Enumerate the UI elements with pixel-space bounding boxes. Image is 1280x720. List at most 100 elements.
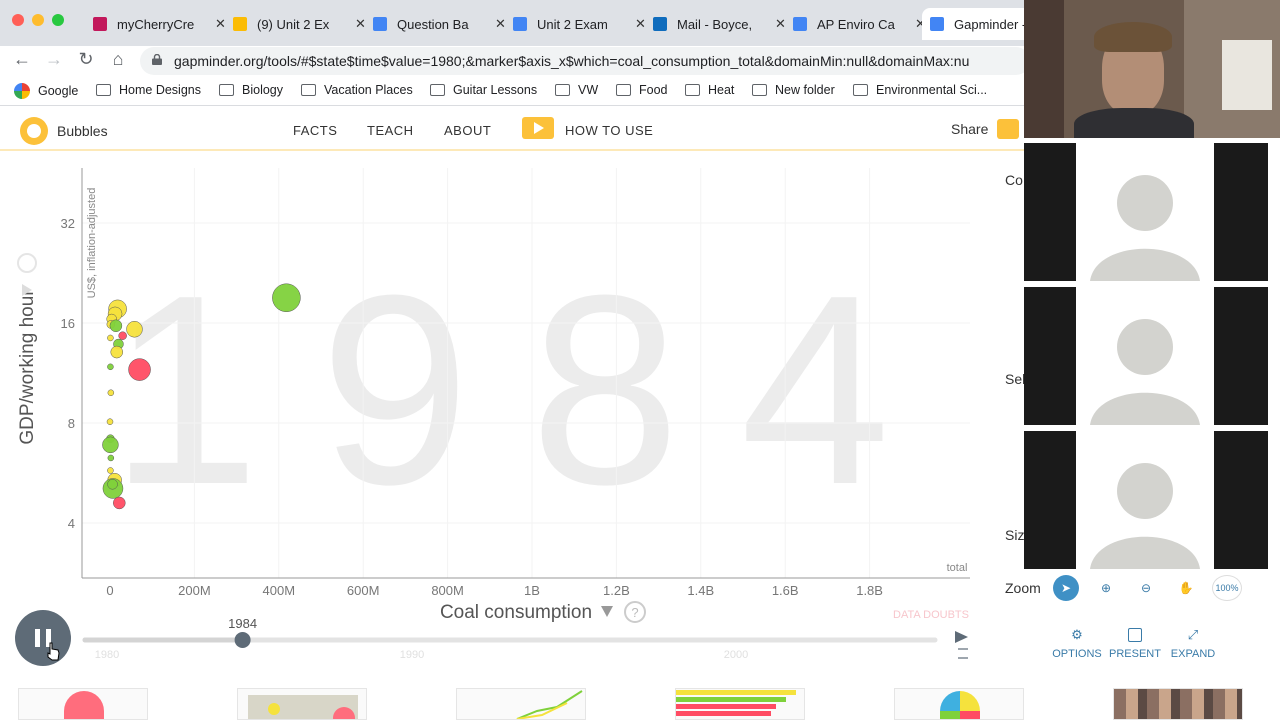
zoom-out-icon[interactable]: ⊖	[1133, 575, 1159, 601]
bookmark-item[interactable]: Biology	[219, 83, 283, 97]
back-icon[interactable]: ←	[10, 49, 34, 70]
country-bubble[interactable]	[128, 358, 151, 381]
bookmark-item[interactable]: Food	[616, 83, 668, 97]
timeline-handle[interactable]	[234, 632, 251, 648]
avatar-icon	[1090, 463, 1200, 569]
expand-label: EXPAND	[1170, 648, 1216, 660]
browser-tab[interactable]: myCherryCre ✕	[85, 8, 234, 40]
tab-favicon-icon	[93, 17, 107, 31]
video-participant-tile	[1024, 287, 1268, 425]
bookmark-item[interactable]: Vacation Places	[301, 83, 413, 97]
bookmark-item[interactable]: New folder	[752, 83, 835, 97]
zoom-reset-button[interactable]: 100%	[1212, 575, 1242, 601]
forward-icon[interactable]: →	[42, 49, 66, 70]
folder-icon	[685, 84, 700, 96]
nav-facts[interactable]: FACTS	[293, 123, 337, 138]
zoom-in-icon[interactable]: ⊕	[1093, 575, 1119, 601]
x-axis-label[interactable]: Coal consumption	[440, 602, 592, 623]
year-watermark: 1984	[110, 240, 951, 541]
country-bubble[interactable]	[107, 454, 115, 462]
browser-tab[interactable]: Unit 2 Exam ✕	[505, 8, 654, 40]
tab-title: myCherryCre	[117, 16, 195, 32]
y-axis-label[interactable]: GDP/working hour	[17, 289, 38, 445]
help-icon[interactable]: ?	[624, 601, 646, 623]
minimize-window-button[interactable]	[32, 14, 44, 26]
close-window-button[interactable]	[12, 14, 24, 26]
nav-about[interactable]: ABOUT	[444, 123, 491, 138]
browser-tab[interactable]: Question Ba ✕	[365, 8, 514, 40]
expand-icon: ⤢	[1187, 627, 1199, 642]
thumbnail-income[interactable]	[894, 688, 1024, 720]
timeline-year-label: 2000	[724, 649, 748, 661]
zoom-label: Zoom	[1005, 580, 1041, 596]
home-icon[interactable]: ⌂	[106, 49, 130, 70]
thumbnail-maps[interactable]	[237, 688, 367, 720]
bookmark-label: Food	[639, 83, 668, 97]
bookmark-item[interactable]: Guitar Lessons	[430, 83, 537, 97]
tab-favicon-icon	[930, 17, 944, 31]
reload-icon[interactable]: ↻	[74, 49, 98, 70]
country-bubble[interactable]	[102, 436, 119, 454]
country-bubble[interactable]	[107, 334, 114, 342]
expand-button[interactable]: ⤢ EXPAND	[1158, 627, 1228, 661]
nav-how-to-use[interactable]: HOW TO USE	[565, 123, 653, 138]
google-icon	[14, 83, 30, 99]
country-bubble[interactable]	[107, 479, 118, 490]
x-tick-label: 400M	[263, 583, 296, 598]
x-tick-label: 0	[106, 583, 113, 598]
bookmark-item[interactable]: Environmental Sci...	[853, 83, 987, 97]
x-axis-dropdown-icon[interactable]	[601, 606, 613, 617]
country-bubble[interactable]	[106, 418, 114, 425]
thumbnail-ranks[interactable]	[675, 688, 805, 720]
reset-icon[interactable]	[17, 253, 37, 273]
folder-icon	[430, 84, 445, 96]
nav-teach[interactable]: TEACH	[367, 123, 414, 138]
country-bubble[interactable]	[113, 496, 126, 510]
tab-title: Mail - Boyce,	[677, 16, 753, 32]
video-call-presenter	[1024, 0, 1280, 138]
thumbnail-mountains[interactable]	[18, 688, 148, 720]
country-bubble[interactable]	[272, 283, 301, 313]
mail-icon[interactable]	[997, 119, 1019, 139]
country-bubble[interactable]	[109, 319, 123, 333]
country-bubble[interactable]	[110, 345, 124, 359]
bookmark-item[interactable]: VW	[555, 83, 598, 97]
y-tick-label: 8	[68, 416, 75, 431]
country-bubble[interactable]	[126, 320, 143, 338]
avatar-icon	[1090, 319, 1200, 425]
share-button[interactable]: Share	[951, 121, 988, 137]
bookmark-item[interactable]: Heat	[685, 83, 734, 97]
thumbnail-lines[interactable]	[456, 688, 586, 720]
tab-favicon-icon	[653, 17, 667, 31]
thumbnail-dollar-street[interactable]	[1113, 688, 1243, 720]
x-tick-label: 200M	[178, 583, 211, 598]
app-name: Bubbles	[57, 123, 108, 139]
lock-icon	[152, 54, 162, 65]
browser-tab[interactable]: Mail - Boyce, ✕	[645, 8, 794, 40]
bookmark-item[interactable]: Home Designs	[96, 83, 201, 97]
timeline-year-label: 1980	[95, 649, 119, 661]
browser-tab[interactable]: (9) Unit 2 Ex ✕	[225, 8, 374, 40]
browser-tab[interactable]: AP Enviro Ca ✕	[785, 8, 934, 40]
country-bubble[interactable]	[107, 389, 115, 397]
pointer-mode-icon[interactable]: ➤	[1053, 575, 1079, 601]
country-bubble[interactable]	[118, 331, 127, 340]
chart-svg: 1984 4 8 16 32 0 200M 400M 600M 800M 1B 1.2B 1.4B 1…	[17, 168, 970, 661]
speed-icon[interactable]	[955, 631, 968, 659]
bookmark-label: New folder	[775, 83, 835, 97]
x-tick-label: 1.8B	[856, 583, 883, 598]
data-doubts-link[interactable]: DATA DOUBTS	[893, 609, 969, 621]
bookmark-label: Vacation Places	[324, 83, 413, 97]
gapminder-logo-icon[interactable]	[20, 117, 48, 145]
folder-icon	[853, 84, 868, 96]
pause-button[interactable]	[15, 610, 71, 666]
bookmark-label: VW	[578, 83, 599, 97]
country-bubble[interactable]	[107, 363, 114, 371]
play-video-icon[interactable]	[522, 117, 554, 139]
pan-hand-icon[interactable]: ✋	[1173, 575, 1199, 601]
bookmark-item[interactable]: Google	[14, 83, 78, 99]
avatar-icon	[1090, 175, 1200, 281]
maximize-window-button[interactable]	[52, 14, 64, 26]
country-bubble[interactable]	[107, 467, 114, 474]
address-bar[interactable]: gapminder.org/tools/#$state$time$value=1…	[140, 47, 1030, 75]
